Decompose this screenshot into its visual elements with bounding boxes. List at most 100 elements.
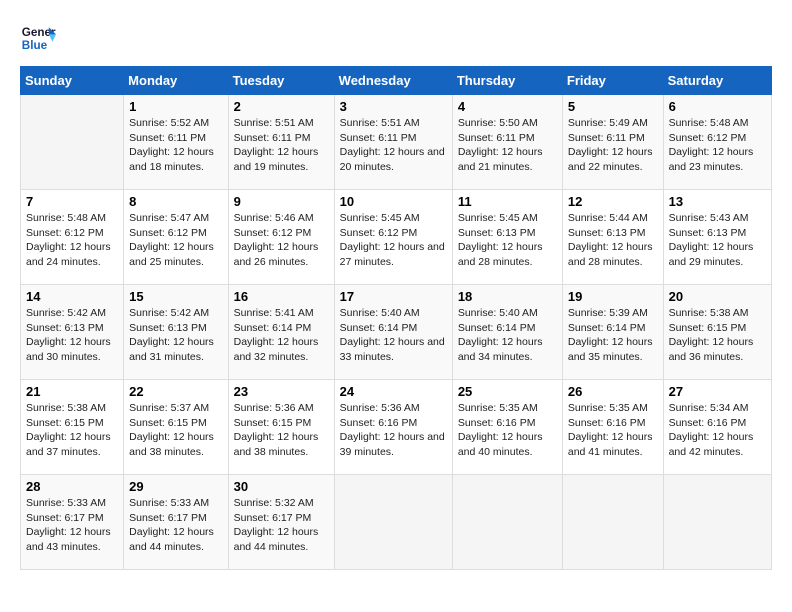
sunset-text: Sunset: 6:15 PM xyxy=(234,417,312,429)
weekday-header-sunday: Sunday xyxy=(21,67,124,95)
day-number: 26 xyxy=(568,384,658,399)
sunrise-text: Sunrise: 5:32 AM xyxy=(234,497,314,509)
weekday-header-saturday: Saturday xyxy=(663,67,771,95)
sunrise-text: Sunrise: 5:51 AM xyxy=(234,117,314,129)
sunrise-text: Sunrise: 5:52 AM xyxy=(129,117,209,129)
day-number: 27 xyxy=(669,384,766,399)
calendar-cell: 20Sunrise: 5:38 AMSunset: 6:15 PMDayligh… xyxy=(663,285,771,380)
page-header: General Blue xyxy=(20,20,772,56)
day-number: 18 xyxy=(458,289,557,304)
daylight-text: Daylight: 12 hours and 35 minutes. xyxy=(568,336,653,363)
sunrise-text: Sunrise: 5:40 AM xyxy=(340,307,420,319)
calendar-cell: 9Sunrise: 5:46 AMSunset: 6:12 PMDaylight… xyxy=(228,190,334,285)
day-number: 4 xyxy=(458,99,557,114)
calendar-cell xyxy=(21,95,124,190)
daylight-text: Daylight: 12 hours and 30 minutes. xyxy=(26,336,111,363)
day-info: Sunrise: 5:36 AM Sunset: 6:15 PM Daylight:… xyxy=(234,401,329,460)
week-row-4: 21Sunrise: 5:38 AMSunset: 6:15 PMDayligh… xyxy=(21,380,772,475)
sunset-text: Sunset: 6:13 PM xyxy=(568,227,646,239)
sunset-text: Sunset: 6:14 PM xyxy=(340,322,418,334)
day-number: 19 xyxy=(568,289,658,304)
daylight-text: Daylight: 12 hours and 43 minutes. xyxy=(26,526,111,553)
day-number: 1 xyxy=(129,99,222,114)
day-info: Sunrise: 5:39 AMSunset: 6:14 PMDaylight:… xyxy=(568,306,658,365)
day-info: Sunrise: 5:32 AM Sunset: 6:17 PM Daylight:… xyxy=(234,496,329,555)
sunset-text: Sunset: 6:11 PM xyxy=(340,132,417,144)
day-number: 10 xyxy=(340,194,447,209)
calendar-cell: 4 Sunrise: 5:50 AMSunset: 6:11 PMDaylight… xyxy=(452,95,562,190)
day-info: Sunrise: 5:33 AMSunset: 6:17 PMDaylight:… xyxy=(26,496,118,555)
daylight-text: Daylight: 12 hours and 40 minutes. xyxy=(458,431,543,458)
day-number: 30 xyxy=(234,479,329,494)
sunrise-text: Sunrise: 5:38 AM xyxy=(26,402,106,414)
daylight-text: Daylight: 12 hours and 33 minutes. xyxy=(340,336,445,363)
day-info: Sunrise: 5:51 AMSunset: 6:11 PMDaylight:… xyxy=(340,116,447,175)
calendar-cell: 1Sunrise: 5:52 AMSunset: 6:11 PMDaylight… xyxy=(124,95,228,190)
day-info: Sunrise: 5:45 AMSunset: 6:13 PMDaylight:… xyxy=(458,211,557,270)
day-number: 11 xyxy=(458,194,557,209)
calendar-table: SundayMondayTuesdayWednesdayThursdayFrid… xyxy=(20,66,772,570)
sunset-text: Sunset: 6:12 PM xyxy=(669,132,747,144)
day-info: Sunrise: 5:50 AMSunset: 6:11 PMDaylight:… xyxy=(458,116,557,175)
daylight-text: Daylight: 12 hours and 21 minutes. xyxy=(458,146,543,173)
sunset-text: Sunset: 6:14 PM xyxy=(458,322,536,334)
day-number: 12 xyxy=(568,194,658,209)
sunset-text: Sunset: 6:14 PM xyxy=(234,322,312,334)
daylight-text: Daylight: 12 hours and 44 minutes. xyxy=(234,526,319,553)
svg-text:Blue: Blue xyxy=(22,39,48,52)
sunrise-text: Sunrise: 5:36 AM xyxy=(234,402,314,414)
daylight-text: Daylight: 12 hours and 24 minutes. xyxy=(26,241,111,268)
calendar-cell: 21Sunrise: 5:38 AMSunset: 6:15 PMDayligh… xyxy=(21,380,124,475)
daylight-text: Daylight: 12 hours and 20 minutes. xyxy=(340,146,445,173)
day-info: Sunrise: 5:44 AMSunset: 6:13 PMDaylight:… xyxy=(568,211,658,270)
sunrise-text: Sunrise: 5:48 AM xyxy=(26,212,106,224)
sunset-text: Sunset: 6:17 PM xyxy=(234,512,312,524)
calendar-cell: 18 Sunrise: 5:40 AM Sunset: 6:14 PM Dayligh… xyxy=(452,285,562,380)
weekday-header-tuesday: Tuesday xyxy=(228,67,334,95)
sunrise-text: Sunrise: 5:43 AM xyxy=(669,212,749,224)
day-number: 9 xyxy=(234,194,329,209)
weekday-header-row: SundayMondayTuesdayWednesdayThursdayFrid… xyxy=(21,67,772,95)
day-number: 28 xyxy=(26,479,118,494)
sunset-text: Sunset: 6:16 PM xyxy=(669,417,747,429)
day-info: Sunrise: 5:42 AMSunset: 6:13 PMDaylight:… xyxy=(129,306,222,365)
calendar-cell: 5Sunrise: 5:49 AMSunset: 6:11 PMDaylight… xyxy=(562,95,663,190)
sunset-text: Sunset: 6:13 PM xyxy=(669,227,747,239)
sunset-text: Sunset: 6:16 PM xyxy=(458,417,536,429)
sunrise-text: Sunrise: 5:35 AM xyxy=(458,402,538,414)
sunset-text: Sunset: 6:12 PM xyxy=(26,227,104,239)
day-info: Sunrise: 5:48 AM Sunset: 6:12 PM Daylight:… xyxy=(26,211,118,270)
calendar-cell: 11 Sunrise: 5:45 AMSunset: 6:13 PMDayligh… xyxy=(452,190,562,285)
daylight-text: Daylight: 12 hours and 38 minutes. xyxy=(234,431,319,458)
sunrise-text: Sunrise: 5:39 AM xyxy=(568,307,648,319)
sunset-text: Sunset: 6:15 PM xyxy=(669,322,747,334)
day-info: Sunrise: 5:45 AMSunset: 6:12 PMDaylight:… xyxy=(340,211,447,270)
daylight-text: Daylight: 12 hours and 27 minutes. xyxy=(340,241,445,268)
sunrise-text: Sunrise: 5:42 AM xyxy=(129,307,209,319)
week-row-1: 1 Sunrise: 5:52 AM Sunset: 6:11 PM Daylight… xyxy=(21,95,772,190)
sunset-text: Sunset: 6:13 PM xyxy=(26,322,104,334)
sunset-text: Sunset: 6:15 PM xyxy=(26,417,104,429)
calendar-cell: 23Sunrise: 5:36 AMSunset: 6:15 PMDayligh… xyxy=(228,380,334,475)
day-info: Sunrise: 5:49 AMSunset: 6:11 PMDaylight:… xyxy=(568,116,658,175)
day-number: 24 xyxy=(340,384,447,399)
calendar-cell xyxy=(334,475,452,570)
sunset-text: Sunset: 6:11 PM xyxy=(234,132,311,144)
logo-icon: General Blue xyxy=(20,20,56,56)
day-number: 15 xyxy=(129,289,222,304)
sunset-text: Sunset: 6:17 PM xyxy=(129,512,207,524)
daylight-text: Daylight: 12 hours and 31 minutes. xyxy=(129,336,214,363)
daylight-text: Daylight: 12 hours and 23 minutes. xyxy=(669,146,754,173)
sunset-text: Sunset: 6:12 PM xyxy=(340,227,418,239)
daylight-text: Daylight: 12 hours and 28 minutes. xyxy=(458,241,543,268)
calendar-cell: 17Sunrise: 5:40 AMSunset: 6:14 PMDayligh… xyxy=(334,285,452,380)
sunrise-text: Sunrise: 5:40 AM xyxy=(458,307,538,319)
day-info: Sunrise: 5:51 AMSunset: 6:11 PMDaylight:… xyxy=(234,116,329,175)
day-number: 8 xyxy=(129,194,222,209)
sunrise-text: Sunrise: 5:33 AM xyxy=(26,497,106,509)
calendar-cell: 25Sunrise: 5:35 AMSunset: 6:16 PMDayligh… xyxy=(452,380,562,475)
calendar-cell: 10 Sunrise: 5:45 AMSunset: 6:12 PMDayligh… xyxy=(334,190,452,285)
sunset-text: Sunset: 6:12 PM xyxy=(129,227,207,239)
day-number: 14 xyxy=(26,289,118,304)
daylight-text: Daylight: 12 hours and 34 minutes. xyxy=(458,336,543,363)
